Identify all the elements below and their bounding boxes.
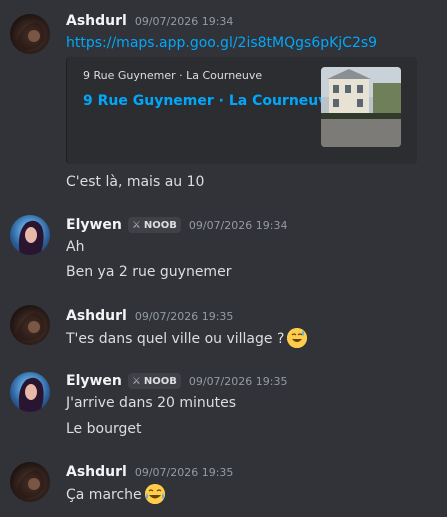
message-text: J'arrive dans 20 minutes <box>66 395 237 411</box>
message-text: Le bourget <box>66 421 142 437</box>
author-name[interactable]: Elywen <box>66 373 122 389</box>
message-text: T'es dans quel ville ou village ? <box>66 328 308 348</box>
timestamp[interactable]: 09/07/2026 19:35 <box>189 375 288 388</box>
message-header: Elywen ⚔ NOOB 09/07/2026 19:34 <box>66 215 287 235</box>
author-name[interactable]: Ashdurl <box>66 464 127 480</box>
timestamp[interactable]: 09/07/2026 19:34 <box>189 219 288 232</box>
avatar[interactable] <box>10 14 50 54</box>
avatar[interactable] <box>10 305 50 345</box>
message-text: Ça marche <box>66 484 165 504</box>
avatar[interactable] <box>10 215 50 255</box>
message-group: Ashdurl 09/07/2026 19:34 https://maps.ap… <box>0 0 447 200</box>
joy-emoji-icon[interactable] <box>144 484 165 504</box>
message-group: Elywen ⚔ NOOB 09/07/2026 19:35 J'arrive … <box>0 367 447 447</box>
message-link[interactable]: https://maps.app.goo.gl/2is8tMQgs6pKjC2s… <box>66 33 377 53</box>
message-group: Ashdurl 09/07/2026 19:35 Ça marche <box>0 457 447 517</box>
message-header: Ashdurl 09/07/2026 19:35 <box>66 462 233 482</box>
sweat-smile-emoji-icon[interactable] <box>287 328 308 348</box>
embed-thumbnail[interactable] <box>321 67 401 147</box>
embed-provider: 9 Rue Guynemer · La Courneuve <box>83 69 263 82</box>
message-text: Ah <box>66 239 85 255</box>
message-text-content: Ça marche <box>66 487 142 503</box>
role-badge-label: NOOB <box>143 219 177 231</box>
avatar[interactable] <box>10 462 50 502</box>
avatar[interactable] <box>10 372 50 412</box>
sword-icon: ⚔ <box>131 219 141 231</box>
timestamp[interactable]: 09/07/2026 19:34 <box>135 15 234 28</box>
message-header: Elywen ⚔ NOOB 09/07/2026 19:35 <box>66 371 287 391</box>
message-text: C'est là, mais au 10 <box>66 174 205 190</box>
author-name[interactable]: Elywen <box>66 217 122 233</box>
timestamp[interactable]: 09/07/2026 19:35 <box>135 310 234 323</box>
timestamp[interactable]: 09/07/2026 19:35 <box>135 466 234 479</box>
message-text-content: T'es dans quel ville ou village ? <box>66 331 285 347</box>
link-embed: 9 Rue Guynemer · La Courneuve 9 Rue Guyn… <box>66 57 417 164</box>
role-badge[interactable]: ⚔ NOOB <box>127 217 181 233</box>
sword-icon: ⚔ <box>131 375 141 387</box>
message-group: Elywen ⚔ NOOB 09/07/2026 19:34 Ah Ben ya… <box>0 210 447 290</box>
message-text: Ben ya 2 rue guynemer <box>66 264 232 280</box>
role-badge[interactable]: ⚔ NOOB <box>127 373 181 389</box>
message-group: Ashdurl 09/07/2026 19:35 T'es dans quel … <box>0 300 447 360</box>
embed-title[interactable]: 9 Rue Guynemer · La Courneuve <box>83 93 337 109</box>
author-name[interactable]: Ashdurl <box>66 13 127 29</box>
author-name[interactable]: Ashdurl <box>66 308 127 324</box>
role-badge-label: NOOB <box>143 375 177 387</box>
message-header: Ashdurl 09/07/2026 19:35 <box>66 306 233 326</box>
message-header: Ashdurl 09/07/2026 19:34 <box>66 11 233 31</box>
